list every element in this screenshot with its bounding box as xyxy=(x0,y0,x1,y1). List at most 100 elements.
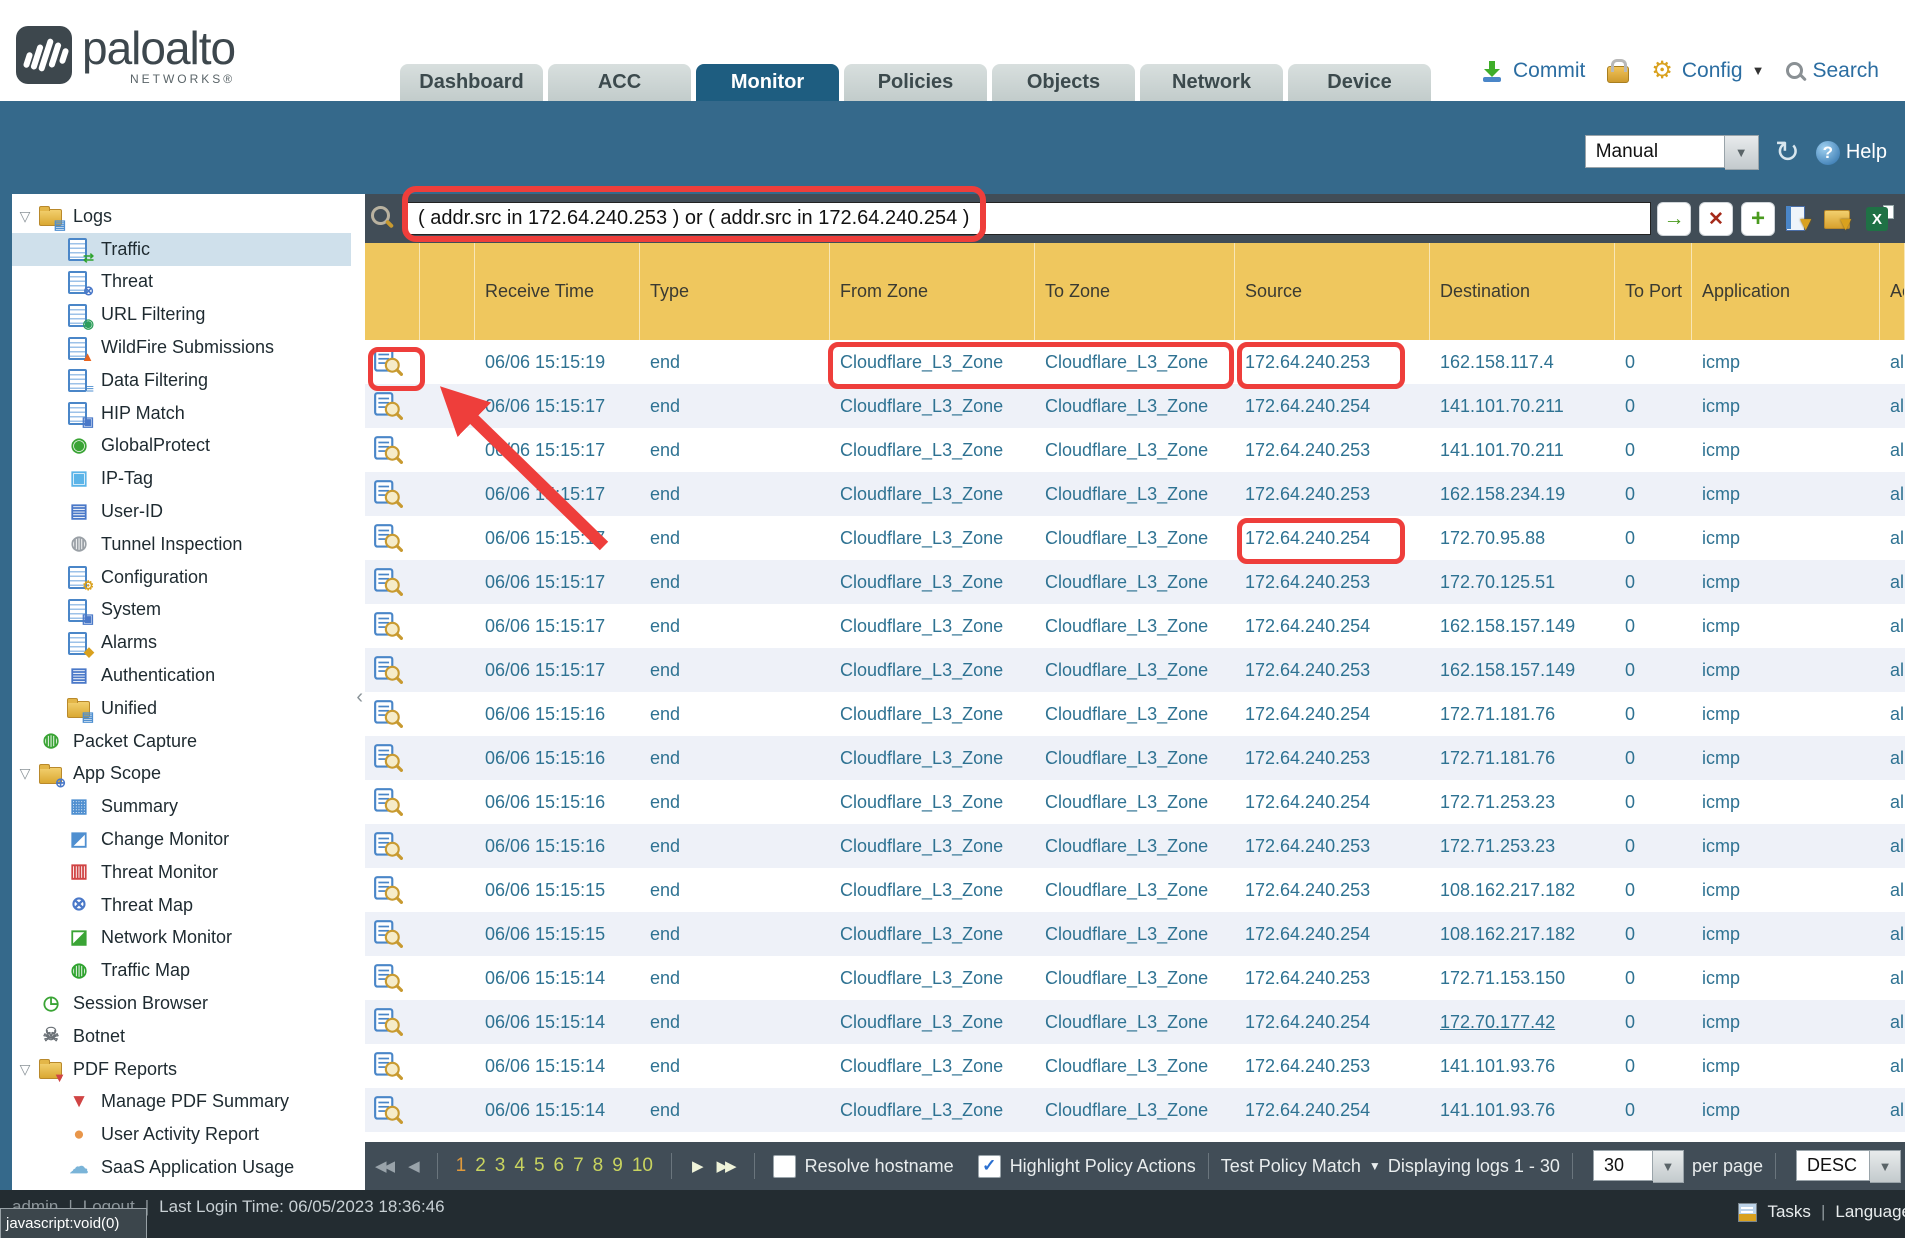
apply-filter-button[interactable]: → xyxy=(1657,202,1691,236)
column-header-to-zone[interactable]: To Zone xyxy=(1035,243,1235,340)
column-header-application[interactable]: Application xyxy=(1692,243,1880,340)
sidebar-item-user-id[interactable]: ▤User-ID xyxy=(12,495,351,528)
tab-monitor[interactable]: Monitor xyxy=(696,64,839,101)
sidebar-collapse-handle[interactable]: ‹ xyxy=(356,686,363,709)
sidebar-item-authentication[interactable]: ▤Authentication xyxy=(12,659,351,692)
config-button[interactable]: Config xyxy=(1682,59,1743,83)
tab-network[interactable]: Network xyxy=(1140,64,1283,101)
refresh-mode-select[interactable]: Manual ▼ xyxy=(1585,135,1759,170)
column-header-to-port[interactable]: To Port xyxy=(1615,243,1692,340)
page-number-9[interactable]: 9 xyxy=(612,1155,623,1177)
sidebar-item-unified[interactable]: ▤Unified xyxy=(12,692,351,725)
log-detail-magnifier-icon[interactable] xyxy=(365,868,420,912)
sidebar-item-botnet[interactable]: ☠Botnet xyxy=(12,1020,351,1053)
refresh-icon[interactable]: ↻ xyxy=(1775,138,1800,168)
last-page-icon[interactable]: ▶▶ xyxy=(717,1157,734,1175)
help-link[interactable]: ? Help xyxy=(1816,141,1887,165)
sidebar-item-hip-match[interactable]: ▣HIP Match xyxy=(12,397,351,430)
sidebar-item-traffic-map[interactable]: ◍Traffic Map xyxy=(12,954,351,987)
log-detail-magnifier-icon[interactable] xyxy=(365,560,420,604)
sidebar-item-app-scope[interactable]: ▽⊕App Scope xyxy=(12,758,351,791)
tab-policies[interactable]: Policies xyxy=(844,64,987,101)
sidebar-item-traffic[interactable]: ⇄Traffic xyxy=(12,233,351,266)
column-header-from-zone[interactable]: From Zone xyxy=(830,243,1035,340)
lock-icon[interactable] xyxy=(1607,66,1629,83)
next-page-icon[interactable]: ▶ xyxy=(692,1157,701,1175)
test-policy-match-button[interactable]: Test Policy Match▼ xyxy=(1221,1156,1381,1177)
log-detail-magnifier-icon[interactable] xyxy=(365,736,420,780)
page-number-5[interactable]: 5 xyxy=(534,1155,545,1177)
prev-page-icon[interactable]: ◀ xyxy=(408,1157,417,1175)
sidebar-item-data-filtering[interactable]: ≡Data Filtering xyxy=(12,364,351,397)
sidebar-item-summary[interactable]: ▦Summary xyxy=(12,790,351,823)
search-button[interactable]: Search xyxy=(1812,59,1879,83)
log-detail-magnifier-icon[interactable] xyxy=(365,780,420,824)
tab-acc[interactable]: ACC xyxy=(548,64,691,101)
refresh-mode-caret-icon[interactable]: ▼ xyxy=(1725,135,1759,170)
filter-builder-icon[interactable]: ▼ xyxy=(1783,203,1815,235)
log-detail-magnifier-icon[interactable] xyxy=(365,648,420,692)
sidebar-item-change-monitor[interactable]: ◩Change Monitor xyxy=(12,823,351,856)
resolve-hostname-checkbox[interactable] xyxy=(773,1155,796,1178)
sidebar-item-wildfire-submissions[interactable]: ▲WildFire Submissions xyxy=(12,331,351,364)
per-page-select[interactable]: 30 ▼ xyxy=(1593,1150,1684,1183)
log-detail-magnifier-icon[interactable] xyxy=(365,956,420,1000)
column-header-destination[interactable]: Destination xyxy=(1430,243,1615,340)
log-detail-magnifier-icon[interactable] xyxy=(365,824,420,868)
page-number-1[interactable]: 1 xyxy=(456,1155,467,1177)
log-detail-magnifier-icon[interactable] xyxy=(365,692,420,736)
sidebar-item-configuration[interactable]: ⚙Configuration xyxy=(12,561,351,594)
log-detail-magnifier-icon[interactable] xyxy=(365,428,420,472)
sidebar-item-packet-capture[interactable]: ◍Packet Capture xyxy=(12,725,351,758)
sidebar-item-user-activity-report[interactable]: ●User Activity Report xyxy=(12,1118,351,1151)
log-detail-magnifier-icon[interactable] xyxy=(365,1088,420,1132)
tab-objects[interactable]: Objects xyxy=(992,64,1135,101)
tab-dashboard[interactable]: Dashboard xyxy=(400,64,543,101)
log-detail-magnifier-icon[interactable] xyxy=(365,516,420,560)
sidebar-item-threat-monitor[interactable]: ▥Threat Monitor xyxy=(12,856,351,889)
sidebar-item-logs[interactable]: ▽▤Logs xyxy=(12,200,351,233)
sort-order-select[interactable]: DESC ▼ xyxy=(1796,1150,1901,1183)
add-filter-button[interactable]: + xyxy=(1741,202,1775,236)
page-number-6[interactable]: 6 xyxy=(554,1155,565,1177)
sidebar-item-url-filtering[interactable]: ◉URL Filtering xyxy=(12,298,351,331)
sidebar-item-session-browser[interactable]: ◷Session Browser xyxy=(12,987,351,1020)
tab-device[interactable]: Device xyxy=(1288,64,1431,101)
sidebar-item-pdf-reports[interactable]: ▽▼PDF Reports xyxy=(12,1053,351,1086)
log-detail-magnifier-icon[interactable] xyxy=(365,472,420,516)
page-number-8[interactable]: 8 xyxy=(593,1155,604,1177)
sidebar-item-globalprotect[interactable]: ◉GlobalProtect xyxy=(12,430,351,463)
sidebar-item-manage-pdf-summary[interactable]: ▼Manage PDF Summary xyxy=(12,1086,351,1119)
tree-expander-icon[interactable]: ▽ xyxy=(12,765,38,782)
sidebar-item-threat[interactable]: ⊗Threat xyxy=(12,266,351,299)
column-header-type[interactable]: Type xyxy=(640,243,830,340)
per-page-caret-icon[interactable]: ▼ xyxy=(1653,1150,1684,1183)
log-detail-magnifier-icon[interactable] xyxy=(365,604,420,648)
page-number-10[interactable]: 10 xyxy=(632,1155,653,1177)
tasks-button[interactable]: Tasks xyxy=(1767,1202,1810,1222)
column-header-action[interactable]: Action xyxy=(1880,243,1905,340)
sidebar-item-saas-application-usage[interactable]: ☁SaaS Application Usage xyxy=(12,1151,351,1184)
page-number-7[interactable]: 7 xyxy=(573,1155,584,1177)
log-detail-magnifier-icon[interactable] xyxy=(365,384,420,428)
tree-expander-icon[interactable]: ▽ xyxy=(12,1061,38,1078)
highlight-policy-actions-checkbox[interactable]: ✓ xyxy=(978,1155,1001,1178)
load-filter-icon[interactable]: ▼ xyxy=(1823,203,1855,235)
sidebar-item-tunnel-inspection[interactable]: ◍Tunnel Inspection xyxy=(12,528,351,561)
commit-button[interactable]: Commit xyxy=(1513,59,1585,83)
log-detail-magnifier-icon[interactable] xyxy=(365,1000,420,1044)
filter-query-input[interactable] xyxy=(405,202,1651,235)
sidebar-item-system[interactable]: ▣System xyxy=(12,594,351,627)
sidebar-item-threat-map[interactable]: ⊗Threat Map xyxy=(12,889,351,922)
column-header-source[interactable]: Source xyxy=(1235,243,1430,340)
column-header-receive-time[interactable]: Receive Time xyxy=(475,243,640,340)
sidebar-item-alarms[interactable]: ◆Alarms xyxy=(12,626,351,659)
sort-order-caret-icon[interactable]: ▼ xyxy=(1870,1150,1901,1183)
language-button[interactable]: Language xyxy=(1835,1202,1905,1222)
page-number-3[interactable]: 3 xyxy=(495,1155,506,1177)
log-detail-magnifier-icon[interactable] xyxy=(365,912,420,956)
page-number-4[interactable]: 4 xyxy=(514,1155,525,1177)
log-detail-magnifier-icon[interactable] xyxy=(365,340,420,384)
export-to-csv-icon[interactable]: X xyxy=(1863,203,1895,235)
page-number-2[interactable]: 2 xyxy=(475,1155,486,1177)
